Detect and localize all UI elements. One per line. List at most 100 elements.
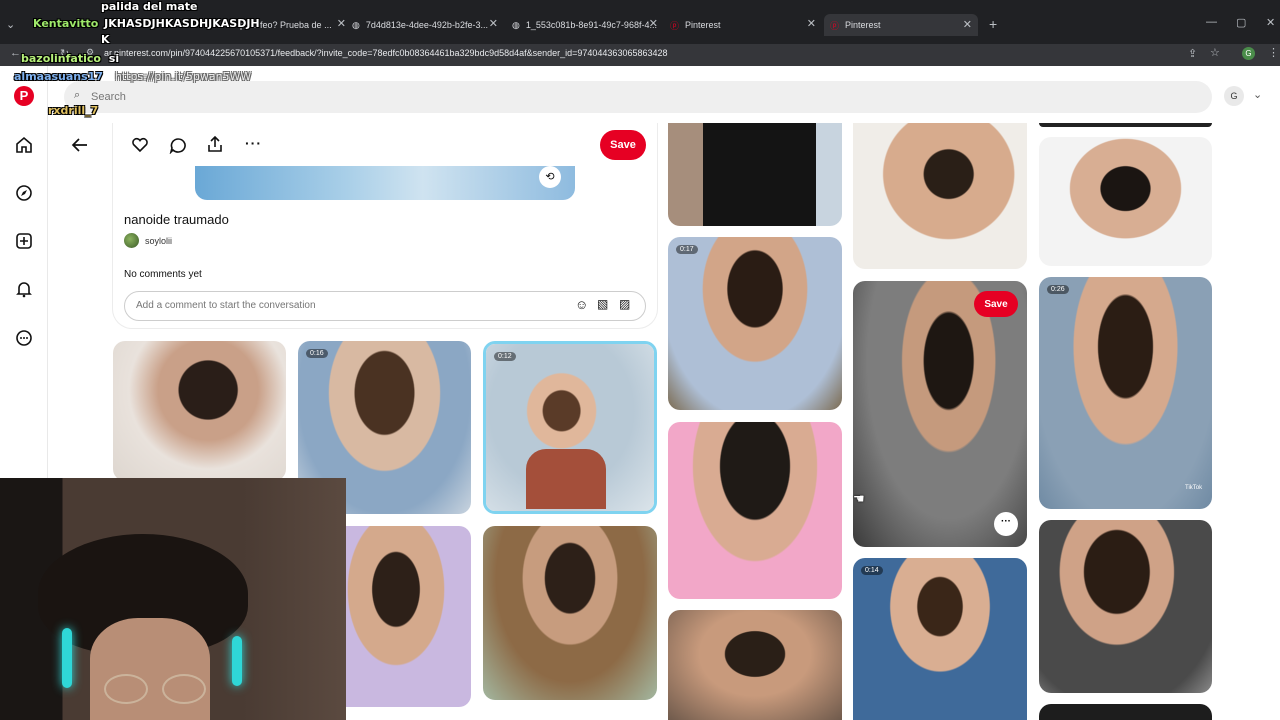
home-icon[interactable] [15, 136, 33, 154]
pin-tile[interactable] [668, 610, 842, 720]
menu-dots-icon[interactable]: ⋮ [1268, 46, 1279, 59]
video-duration-badge: 0:16 [306, 349, 328, 358]
profile-avatar[interactable]: G [1242, 47, 1255, 60]
search-input[interactable] [64, 81, 1212, 113]
pin-tile[interactable]: 0:14 [853, 558, 1027, 720]
messages-icon[interactable] [15, 329, 33, 347]
author-avatar[interactable] [124, 233, 139, 248]
author-name[interactable]: soylolii [145, 236, 172, 246]
pin-tile[interactable] [346, 526, 471, 707]
emoji-icon[interactable]: ☺ [575, 297, 588, 312]
pin-tile[interactable] [1039, 704, 1212, 720]
pin-tile-selected[interactable]: 0:12 [483, 341, 657, 514]
pin-image-shirt [526, 449, 606, 509]
globe-icon: ◍ [352, 19, 360, 30]
pin-tile[interactable] [1039, 520, 1212, 693]
pin-tile[interactable] [853, 123, 1027, 269]
pin-image [1039, 277, 1212, 509]
visual-search-icon[interactable]: ⟲ [539, 166, 561, 188]
close-window-icon[interactable]: ✕ [1266, 16, 1275, 29]
globe-icon: ◍ [512, 19, 520, 30]
chat-message: si [108, 52, 120, 65]
back-arrow-icon[interactable] [71, 137, 89, 153]
chat-user: rxdrill_7 [48, 104, 99, 117]
pin-image [346, 526, 471, 707]
headphone-light [62, 628, 72, 688]
notifications-bell-icon[interactable] [15, 280, 33, 298]
browser-tab-2[interactable]: ◍ 7d4d813e-4dee-492b-b2fe-3... ✕ [352, 16, 498, 34]
search-icon: ⌕ [74, 89, 81, 101]
tab-label: 1_553c081b-8e91-49c7-968f-4... [525, 20, 657, 30]
tab-list-chevron-icon[interactable]: ⌄ [6, 18, 15, 31]
no-comments-text: No comments yet [124, 269, 202, 280]
sticker-icon[interactable]: ▧ [597, 297, 608, 311]
pin-save-button[interactable]: Save [600, 130, 646, 160]
pinterest-icon: ⓟ [830, 20, 840, 31]
pin-tile[interactable] [483, 526, 657, 700]
url-field[interactable]: ar.pinterest.com/pin/974044225670105371/… [104, 48, 668, 58]
video-duration-badge: 0:26 [1047, 285, 1069, 294]
chat-message: https://pin.it/5pwan5WW [114, 70, 252, 83]
image-upload-icon[interactable]: ▨ [619, 297, 630, 311]
share-icon[interactable] [206, 135, 224, 153]
browser-tab-3[interactable]: ◍ 1_553c081b-8e91-49c7-968f-4... ✕ [512, 16, 658, 34]
tiktok-watermark: TikTok [1185, 485, 1203, 491]
create-icon[interactable] [15, 232, 33, 250]
pin-tile[interactable] [113, 341, 286, 481]
pin-tile[interactable] [668, 422, 842, 599]
account-chevron-icon[interactable]: ⌄ [1253, 88, 1262, 101]
pin-media-preview [195, 166, 575, 200]
browser-tab-pinterest[interactable]: ⓟ Pinterest ✕ [670, 16, 816, 34]
bookmark-star-icon[interactable]: ☆ [1210, 46, 1220, 59]
install-icon[interactable]: ⇪ [1188, 47, 1197, 60]
pin-image [668, 610, 842, 720]
close-tab-icon[interactable]: ✕ [807, 17, 816, 30]
video-duration-badge: 0:14 [861, 566, 883, 575]
user-avatar[interactable]: G [1224, 86, 1244, 106]
close-tab-icon[interactable]: ✕ [489, 17, 498, 30]
comment-placeholder: Add a comment to start the conversation [136, 300, 316, 311]
explore-compass-icon[interactable] [15, 184, 33, 202]
maximize-icon[interactable]: ▢ [1236, 16, 1246, 29]
new-tab-button[interactable]: + [989, 16, 997, 32]
chat-user: Kentavitto [33, 17, 99, 30]
heart-icon[interactable] [131, 137, 149, 153]
pin-tile[interactable] [1039, 123, 1212, 127]
tile-save-button[interactable]: Save [974, 291, 1018, 317]
back-icon[interactable]: ← [10, 47, 21, 59]
pin-image [668, 237, 842, 410]
pin-image [668, 422, 842, 599]
minimize-icon[interactable]: — [1206, 16, 1217, 28]
pin-tile[interactable]: 0:17 [668, 237, 842, 410]
chat-overlay: Kentavitto JKHASDJHKASDHJKASDJH [33, 17, 260, 30]
close-tab-icon[interactable]: ✕ [963, 18, 972, 31]
tile-more-icon[interactable]: ··· [994, 512, 1018, 536]
chat-user: almaasuans17 [14, 70, 103, 83]
pin-tile[interactable]: Save ··· [853, 281, 1027, 547]
chat-overlay: bazolinfatico si [21, 52, 119, 65]
browser-tab-pinterest-active[interactable]: ⓟ Pinterest ✕ [824, 14, 978, 36]
headphone-light [232, 636, 242, 686]
pin-image [853, 281, 1027, 547]
chat-overlay: almaasuans17 https://pin.it/5pwan5WW [14, 70, 251, 83]
pin-tile[interactable]: 0:26 TikTok [1039, 277, 1212, 509]
more-options-icon[interactable]: ··· [245, 136, 262, 150]
comment-icon[interactable] [169, 137, 187, 154]
pinterest-icon: ⓟ [670, 20, 680, 31]
pin-tile[interactable] [668, 123, 842, 226]
pin-image [853, 123, 1027, 269]
pin-tile[interactable] [1039, 137, 1212, 266]
chat-overlay: K [101, 33, 110, 46]
close-tab-icon[interactable]: ✕ [649, 17, 658, 30]
pin-image [113, 341, 286, 481]
tab-label: Pinterest [685, 20, 721, 30]
glasses [162, 674, 206, 704]
pin-image [1039, 123, 1212, 127]
chat-message: palida del mate [101, 0, 198, 13]
pinterest-logo-icon[interactable]: P [14, 86, 34, 106]
chat-message: JKHASDJHKASDHJKASDJH [104, 17, 260, 30]
close-tab-icon[interactable]: ✕ [337, 17, 346, 30]
pin-image [668, 123, 842, 226]
video-duration-badge: 0:12 [494, 352, 516, 361]
pin-image [1039, 137, 1212, 266]
